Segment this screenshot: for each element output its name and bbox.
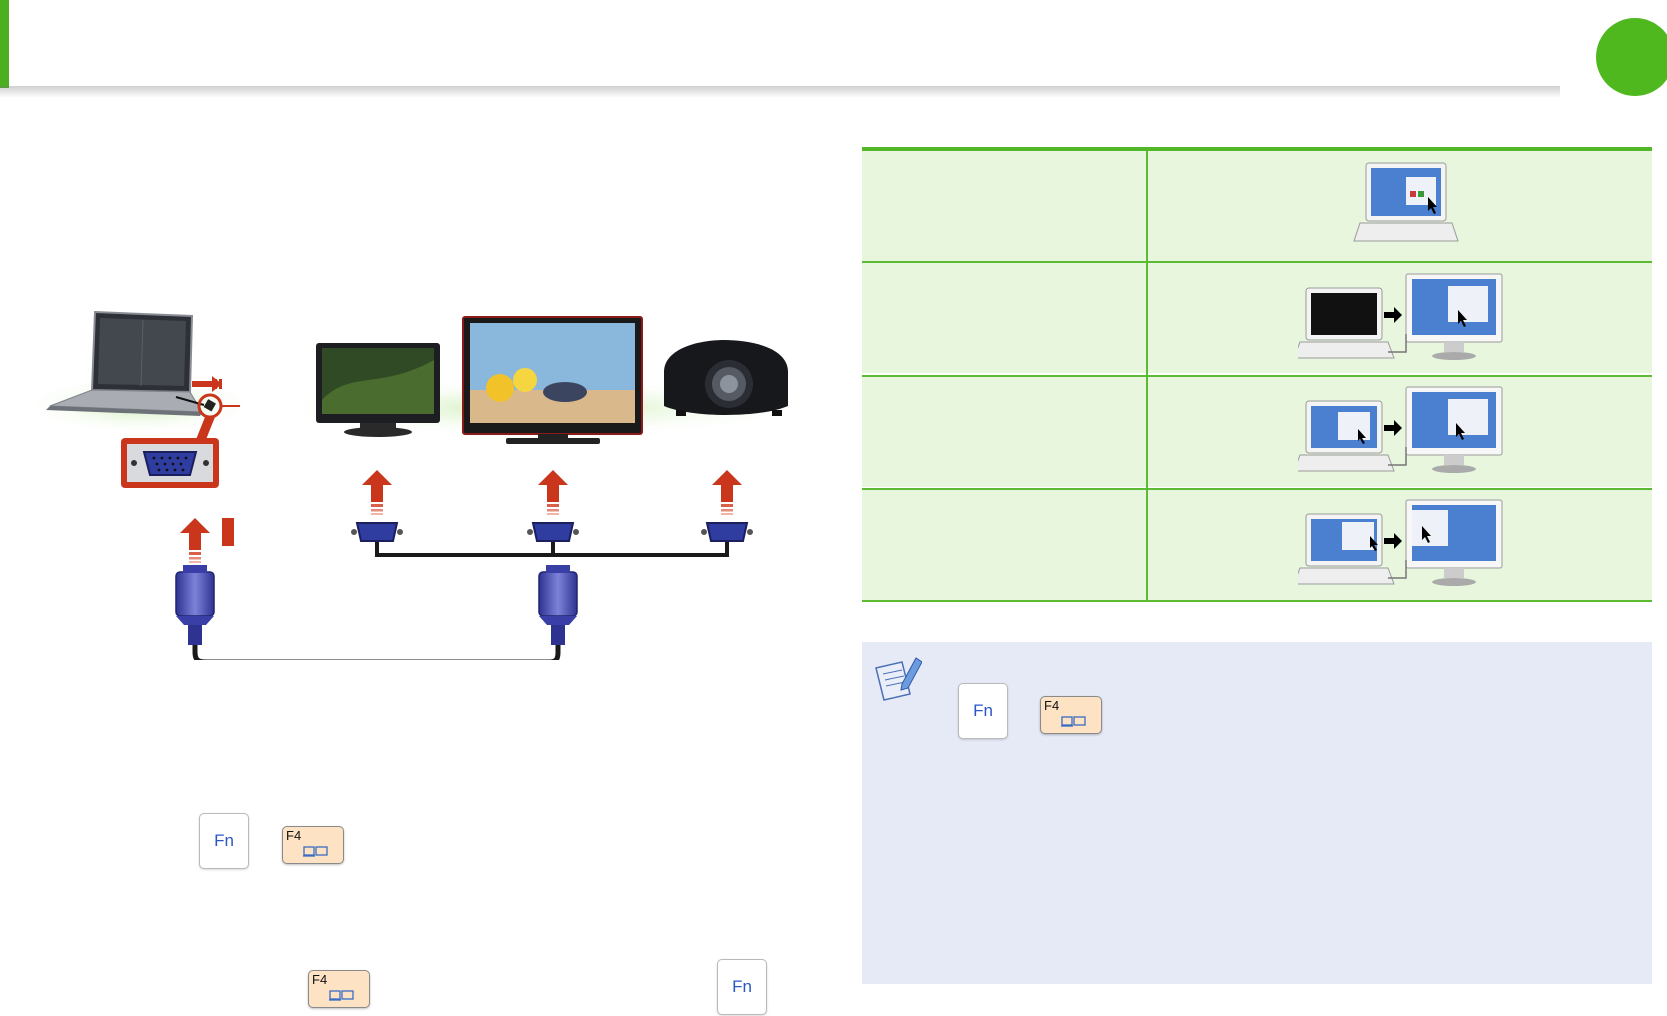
monitor-icon	[316, 343, 440, 437]
header-accent-bar	[0, 0, 9, 88]
page-number-badge	[1596, 18, 1667, 96]
note-pencil-icon	[875, 657, 922, 701]
table-row	[862, 490, 1652, 600]
table-row	[862, 377, 1652, 487]
connection-diagram	[20, 310, 820, 660]
external-monitor-only-display-icon	[1298, 273, 1503, 360]
laptop-icon	[46, 310, 203, 416]
projector-icon	[664, 340, 788, 416]
fn-key-2: Fn	[717, 959, 767, 1015]
f4-display-key: F4	[282, 826, 344, 864]
display-switch-icon	[1061, 716, 1086, 727]
display-switch-icon	[329, 990, 354, 1001]
extended-display-icon	[1298, 499, 1503, 586]
display-switch-icon	[303, 846, 328, 857]
vga-ports	[351, 522, 753, 542]
vga-plug-left	[175, 565, 215, 645]
note-fn-key: Fn	[958, 683, 1008, 739]
vga-cable	[192, 645, 561, 660]
note-f4-display-key: F4	[1040, 696, 1102, 734]
table-row	[862, 151, 1652, 261]
f4-display-key-2: F4	[308, 970, 370, 1008]
fn-key: Fn	[199, 813, 249, 869]
tv-icon	[462, 316, 643, 444]
clone-display-icon	[1298, 386, 1503, 473]
header-divider	[0, 86, 1560, 98]
laptop-only-display-icon	[1353, 162, 1459, 242]
connection-arrows	[180, 470, 742, 563]
table-column-divider	[1146, 151, 1148, 601]
vga-plug-right	[538, 565, 578, 645]
table-row	[862, 263, 1652, 373]
display-cable-bus	[375, 542, 729, 557]
